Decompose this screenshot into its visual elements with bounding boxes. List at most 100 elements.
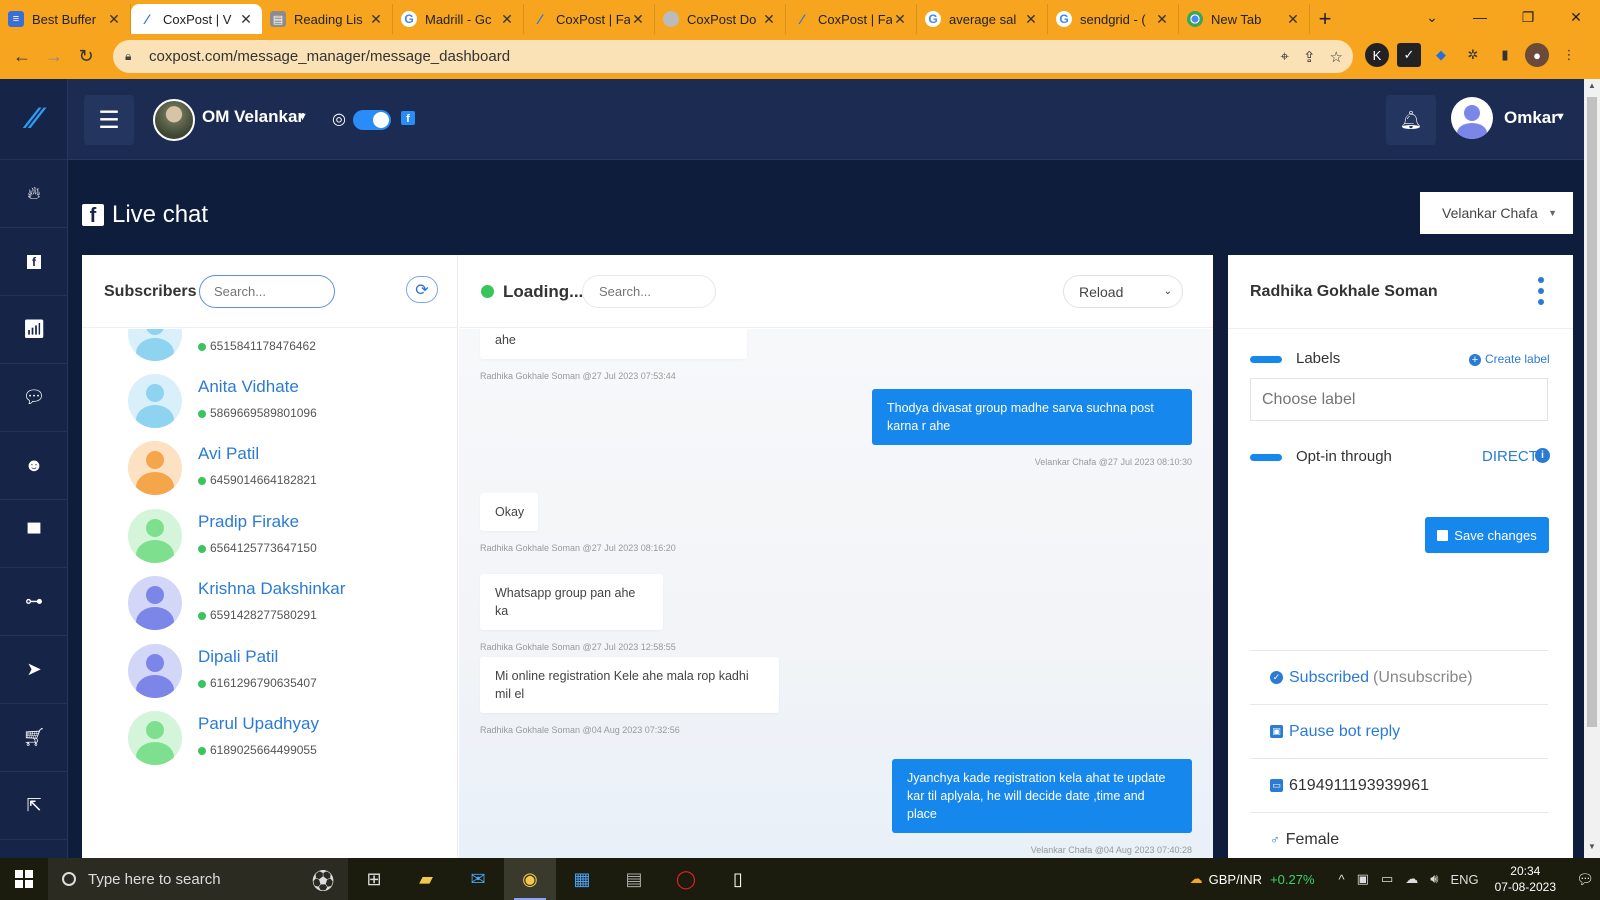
volume-icon[interactable]: 🔊︎ [1430,871,1438,887]
close-icon[interactable]: ✕ [630,11,646,28]
sidebar-item-chat[interactable]: 💬︎ [0,364,68,432]
k-extension-icon[interactable]: K [1365,43,1389,67]
camera-icon[interactable]: ▣ [1357,871,1369,887]
user-avatar[interactable] [1451,97,1493,139]
forward-icon[interactable]: → [38,41,70,73]
subscriber-name[interactable]: Dipali Patil [198,647,278,667]
subscriber-item[interactable]: Avi Patil 6459014664182821 [128,441,428,501]
profile-avatar[interactable]: ● [1525,43,1549,67]
info-icon[interactable]: i [1535,448,1550,463]
close-icon[interactable]: ✕ [368,11,384,28]
onedrive-icon[interactable]: ☁ [1405,871,1418,887]
tab[interactable]: G Madrill - Gc ✕ [393,4,524,34]
notifications-button[interactable]: 🔔︎ [1386,95,1436,145]
close-icon[interactable]: ✕ [761,11,777,28]
kebab-menu-icon[interactable] [1536,277,1546,305]
star-icon[interactable]: ☆ [1330,48,1343,66]
sidepanel-icon[interactable]: ▮ [1493,43,1517,67]
sidebar-item-user[interactable]: ☻ [0,432,68,500]
close-icon[interactable]: ✕ [1154,11,1170,28]
tab[interactable]: ▤ Reading Lis ✕ [262,4,393,34]
facebook-icon[interactable]: f [401,111,415,125]
close-icon[interactable]: ✕ [1285,11,1301,28]
sidebar-item-facebook[interactable]: f [0,228,68,296]
page-name[interactable]: OM Velankar [202,107,304,127]
subscriber-name[interactable]: Krishna Dakshinkar [198,579,345,599]
tab[interactable]: ⁄ CoxPost | Fa ✕ [786,4,917,34]
tab[interactable]: Gaverage sal ✕ [917,4,1048,34]
check-extension-icon[interactable]: ✓ [1397,43,1421,67]
sidebar-item-wifi[interactable]: 📶︎ [0,296,68,364]
back-icon[interactable]: ← [6,41,38,73]
opera-icon[interactable]: ◯ [660,858,712,900]
subscriber-item[interactable]: Anita Vidhate 5869669589801096 [128,374,428,434]
tab[interactable]: Gsendgrid - (✕ [1048,4,1179,34]
subscriber-search-input[interactable] [199,275,335,308]
unsubscribe-link[interactable]: (Unsubscribe) [1373,669,1473,687]
network-icon[interactable]: ▭ [1381,871,1393,887]
task-view-icon[interactable]: ⊞ [348,858,400,900]
sidebar-item-fire[interactable]: 🔥︎ [0,160,68,228]
caret-down-icon[interactable]: ▼ [297,111,308,123]
minimize-icon[interactable]: — [1456,0,1504,34]
scroll-down-icon[interactable]: ▼ [1584,842,1600,856]
subscriber-name[interactable]: Anita Vidhate [198,377,299,397]
menu-button[interactable]: ☰ [84,95,134,145]
start-button[interactable] [0,858,48,900]
page-selector[interactable]: Velankar Chafa ▼ [1420,192,1573,234]
sidebar-item-flow[interactable]: ⊶ [0,568,68,636]
scrollbar-thumb[interactable] [1587,97,1597,727]
puzzle-icon[interactable]: ✲ [1461,43,1485,67]
caret-down-icon[interactable]: ▼ [1555,111,1566,123]
maximize-icon[interactable]: ❐ [1504,0,1552,34]
page-scrollbar[interactable]: ▲ ▼ [1584,79,1600,858]
file-explorer-icon[interactable]: ▰ [400,858,452,900]
platform-toggle[interactable] [353,110,391,130]
close-icon[interactable]: ✕ [892,11,908,28]
close-icon[interactable]: ✕ [1023,11,1039,28]
url-field[interactable]: 🔒︎ coxpost.com/message_manager/message_d… [113,40,1353,73]
chevron-up-icon[interactable]: ^ [1339,872,1345,887]
sidebar-item-cart[interactable]: 🛒︎ [0,704,68,772]
sidebar-item-share[interactable]: ⇱ [0,772,68,840]
conversation-search-input[interactable] [582,275,716,308]
subscriber-name[interactable]: Avi Patil [198,444,259,464]
taskbar-search[interactable]: Type here to search ⚽︎ [48,858,348,900]
new-tab-button[interactable]: + [1310,4,1340,34]
notification-center-icon[interactable]: 💬︎ [1570,871,1600,888]
mail-icon[interactable]: ✉ [452,858,504,900]
tag-extension-icon[interactable]: ◆ [1429,43,1453,67]
more-icon[interactable]: ⋮ [1557,43,1581,67]
create-label-link[interactable]: + Create label [1469,352,1550,366]
tab[interactable]: ⁄ CoxPost | Fa ✕ [524,4,655,34]
subscriber-name[interactable]: Sachin Gaikwad [198,329,321,330]
sidebar-item-send[interactable]: ➤ [0,636,68,704]
tab[interactable]: CoxPost Do ✕ [655,4,786,34]
tab-active[interactable]: ⁄ CoxPost | V ✕ [131,4,262,34]
tab[interactable]: ≡ Best Buffer ✕ [0,4,131,34]
clock[interactable]: 20:34 07-08-2023 [1495,863,1556,895]
save-changes-button[interactable]: Save changes [1425,517,1549,553]
subscriber-name[interactable]: Pradip Firake [198,512,299,532]
subscriber-item[interactable]: Pradip Firake 6564125773647150 [128,509,428,569]
reload-select[interactable]: Reload ⌄ [1063,275,1183,308]
close-icon[interactable]: ✕ [238,11,254,28]
reload-icon[interactable]: ↻ [70,41,102,73]
user-name[interactable]: Omkar [1504,108,1558,128]
page-avatar[interactable] [153,99,195,141]
language-indicator[interactable]: ENG [1450,872,1478,887]
choose-label-input[interactable] [1250,378,1548,421]
logo-icon[interactable]: ⁄⁄ [0,79,68,160]
stock-name[interactable]: GBP/INR [1209,872,1262,887]
close-window-icon[interactable]: ✕ [1552,0,1600,34]
sidebar-item-comment[interactable]: ▀ [0,500,68,568]
share-icon[interactable]: ⇪ [1303,48,1316,66]
close-icon[interactable]: ✕ [106,11,122,28]
instagram-icon[interactable]: ◎ [332,109,346,129]
subscriber-item[interactable]: Krishna Dakshinkar 6591428277580291 [128,576,428,636]
tab-search-icon[interactable]: ⌄ [1408,0,1456,34]
chrome-taskbar-icon[interactable]: ◉ [504,858,556,900]
notepad-icon[interactable]: ▯ [712,858,764,900]
calendar-icon[interactable]: ▦ [556,858,608,900]
refresh-button[interactable]: ⟳ [406,276,438,303]
